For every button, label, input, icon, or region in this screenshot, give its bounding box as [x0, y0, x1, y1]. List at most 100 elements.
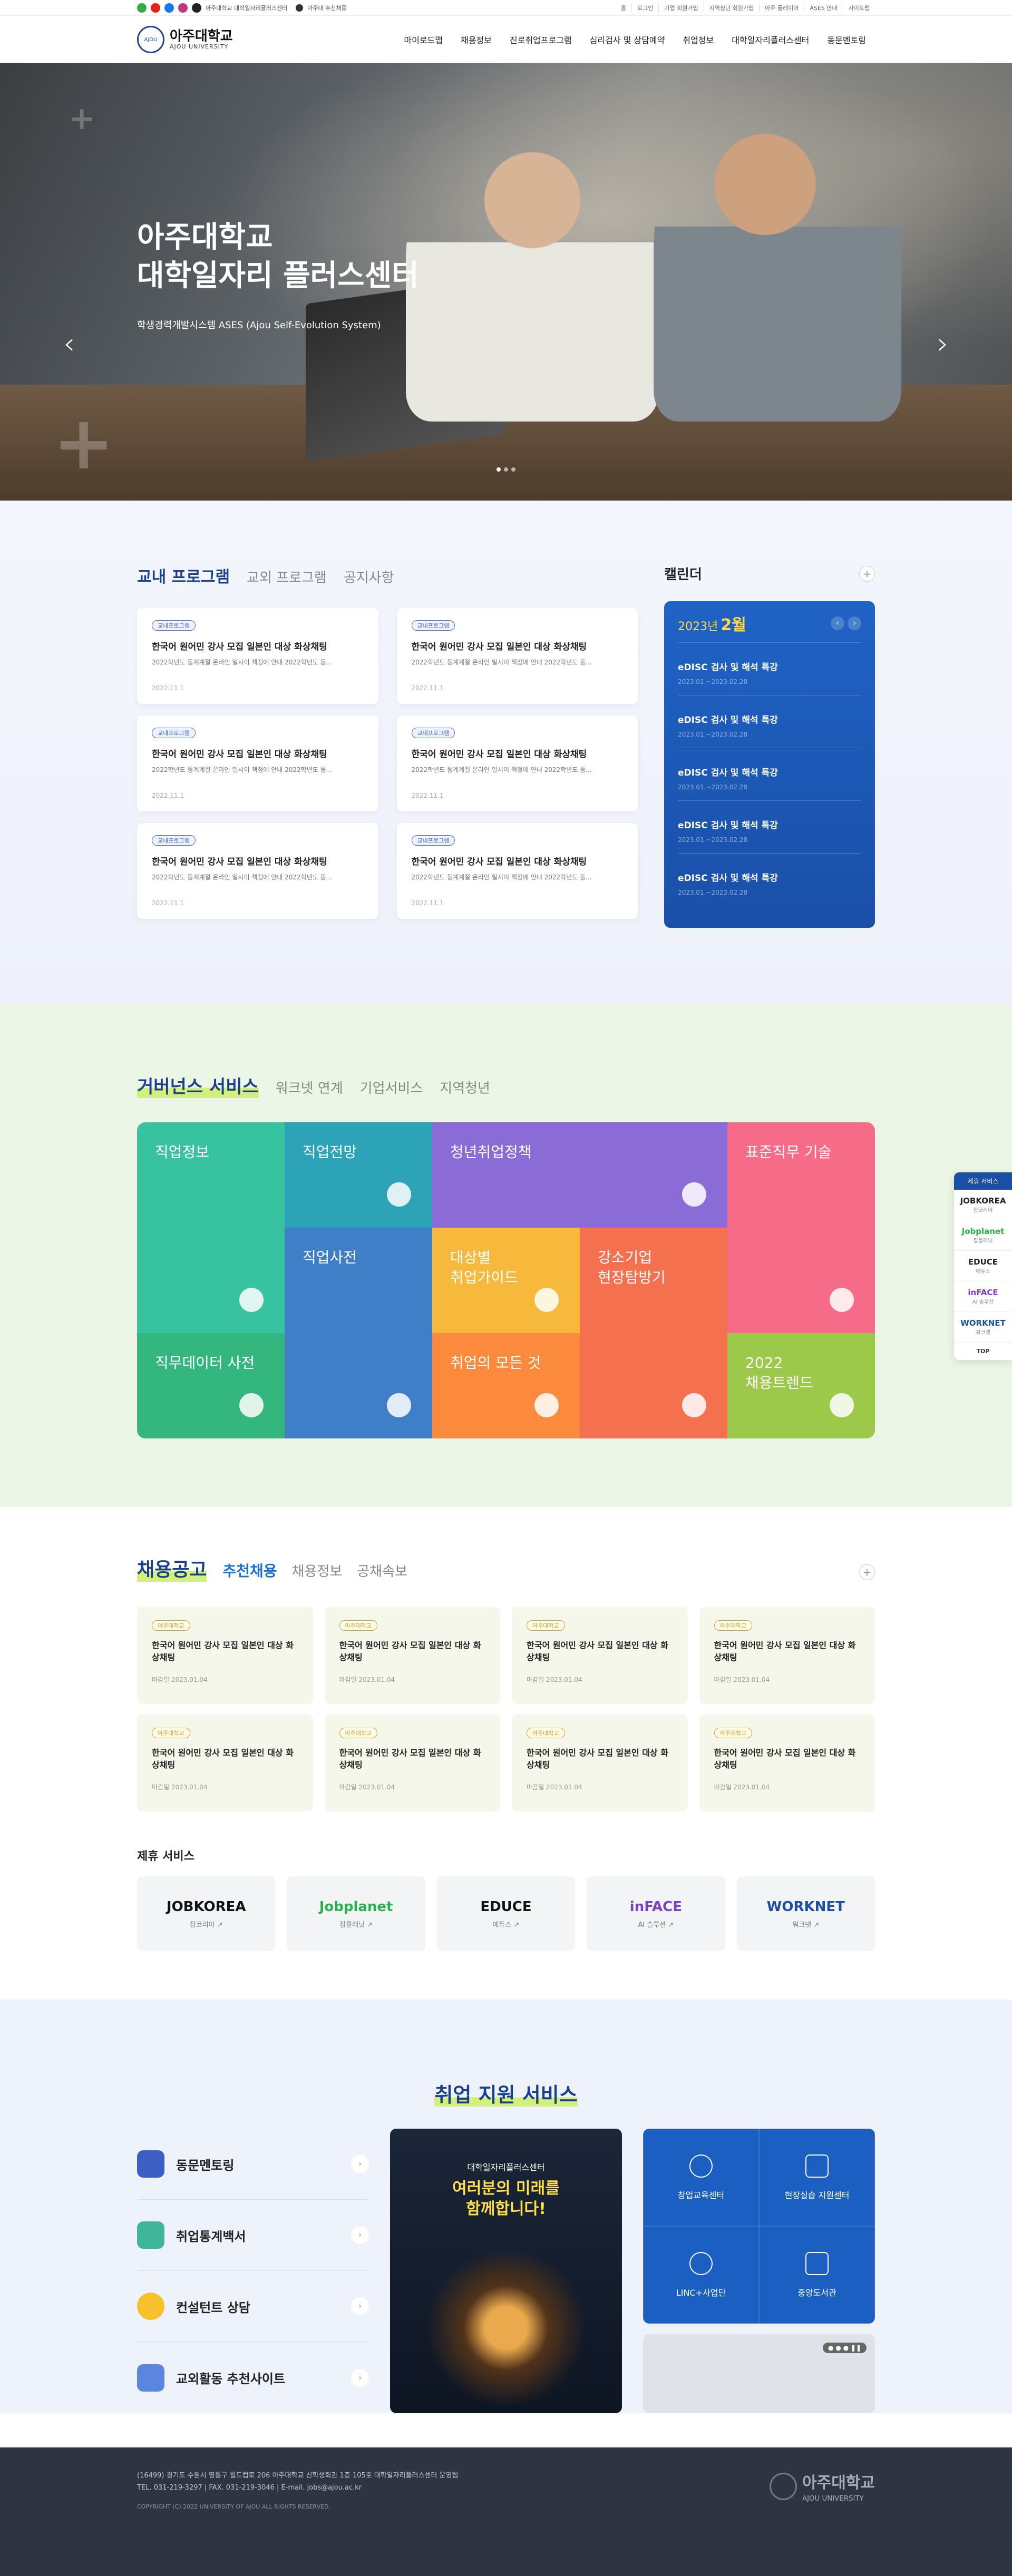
link-linc[interactable]: LINC+사업단 [643, 2226, 759, 2324]
nav-career-program[interactable]: 진로취업프로그램 [501, 33, 581, 46]
hero-title-line2: 대학일자리 플러스센터 [137, 258, 419, 293]
recruit-more-button[interactable]: + [859, 1564, 875, 1580]
tile-job-outlook[interactable]: 직업전망 [285, 1122, 432, 1228]
event-title: eDISC 검사 및 해석 특강 [678, 820, 778, 831]
top-link-company-join[interactable]: 기업 회원가입 [658, 4, 703, 12]
tab-worknet[interactable]: 워크넷 연계 [276, 1078, 343, 1097]
tab-company-service[interactable]: 기업서비스 [360, 1078, 423, 1097]
link-library[interactable]: 중앙도서관 [759, 2226, 875, 2324]
top-link-recommend[interactable]: 아주대 추천채용 [307, 4, 346, 12]
tile-target-guide[interactable]: 대상별 취업가이드 [432, 1228, 580, 1333]
calendar-event[interactable]: eDISC 검사 및 해석 특강 2023.01.~2023.02.28 [678, 643, 861, 696]
partner-inface[interactable]: inFACE AI 솔루션 ↗ [587, 1876, 725, 1951]
calendar-event[interactable]: eDISC 검사 및 해석 특강 2023.01.~2023.02.28 [678, 748, 861, 801]
program-date: 2022.11.1 [411, 792, 444, 799]
top-link-login[interactable]: 로그인 [631, 4, 658, 12]
top-link-ases[interactable]: ASES 안내 [804, 4, 842, 12]
job-card[interactable]: 아주대학교 한국어 원어민 강사 모집 일본인 대상 화상채팅 마감일 2023.0… [137, 1607, 313, 1704]
tab-local-youth[interactable]: 지역청년 [440, 1078, 490, 1097]
scroll-top-button[interactable]: TOP [954, 1343, 1012, 1360]
tab-external-program[interactable]: 교외 프로그램 [247, 567, 327, 586]
tab-notice[interactable]: 공지사항 [344, 567, 394, 586]
site-logo[interactable]: AJOU 아주대학교 AJOU UNIVERSITY [137, 26, 311, 53]
tile-job-data[interactable]: 직무데이터 사전 [137, 1333, 285, 1438]
nav-mentoring[interactable]: 동문멘토링 [818, 33, 875, 46]
youtube-icon[interactable] [151, 3, 160, 13]
calendar-event[interactable]: eDISC 검사 및 해석 특강 2023.01.~2023.02.28 [678, 854, 861, 906]
job-card[interactable]: 아주대학교 한국어 원어민 강사 모집 일본인 대상 화상채팅 마감일 2023.0… [699, 1607, 875, 1704]
link-startup-center[interactable]: 창업교육센터 [643, 2129, 759, 2226]
program-card[interactable]: 교내프로그램 한국어 원어민 강사 모집 일본인 대상 화상채팅 2022학년도 동… [396, 608, 638, 704]
slider-dot[interactable] [511, 467, 515, 472]
tile-job-dictionary[interactable]: 직업사전 [285, 1228, 432, 1438]
tile-job-info[interactable]: 직업정보 [137, 1122, 285, 1333]
book-open-icon [805, 2251, 829, 2275]
tab-internal-program[interactable]: 교내 프로그램 [137, 564, 230, 587]
job-card[interactable]: 아주대학교 한국어 원어민 강사 모집 일본인 대상 화상채팅 마감일 2023.0… [512, 1607, 688, 1704]
nav-center[interactable]: 대학일자리플러스센터 [723, 33, 818, 46]
job-card[interactable]: 아주대학교 한국어 원어민 강사 모집 일본인 대상 화상채팅 마감일 2023.0… [324, 1715, 500, 1811]
partner-jobkorea[interactable]: JOBKOREA 잡코리아 ↗ [137, 1876, 276, 1951]
nav-counseling[interactable]: 심리검사 및 상담예약 [581, 33, 674, 46]
support-item-consulting[interactable]: 컨설턴트 상담 › [137, 2271, 369, 2342]
quick-item-jobplanet[interactable]: Jobplanet 잡플래닛 [954, 1220, 1012, 1251]
tile-recruit-trend[interactable]: 2022 채용트렌드 [727, 1333, 875, 1438]
plus-decor-icon: + [53, 400, 115, 486]
slider-next-icon[interactable]: › [937, 327, 949, 361]
calendar-event[interactable]: eDISC 검사 및 해석 특강 2023.01.~2023.02.28 [678, 696, 861, 748]
support-item-statistics[interactable]: 취업통계백서 › [137, 2200, 369, 2271]
tile-company-visit[interactable]: 강소기업 현장탐방기 [580, 1228, 727, 1438]
partner-worknet[interactable]: WORKNET 워크넷 ↗ [736, 1876, 875, 1951]
quick-item-jobkorea[interactable]: JOBKOREA 잡코리아 [954, 1190, 1012, 1220]
calendar-more-button[interactable]: + [859, 565, 875, 582]
facebook-icon[interactable] [164, 3, 174, 13]
instagram-icon[interactable] [178, 3, 188, 13]
partner-educe[interactable]: EDUCE 에듀스 ↗ [436, 1876, 576, 1951]
support-item-mentoring[interactable]: 동문멘토링 › [137, 2129, 369, 2200]
program-card[interactable]: 교내프로그램 한국어 원어민 강사 모집 일본인 대상 화상채팅 2022학년도 동… [137, 823, 378, 919]
quick-item-educe[interactable]: EDUCE 에듀스 [954, 1251, 1012, 1281]
program-card[interactable]: 교내프로그램 한국어 원어민 강사 모집 일본인 대상 화상채팅 2022학년도 동… [396, 823, 638, 919]
nav-roadmap[interactable]: 마이로드맵 [395, 33, 452, 46]
job-card[interactable]: 아주대학교 한국어 원어민 강사 모집 일본인 대상 화상채팅 마감일 2023.0… [699, 1715, 875, 1811]
kakao-icon[interactable] [137, 3, 147, 13]
tab-governance[interactable]: 거버넌스 서비스 [137, 1072, 259, 1098]
tile-all-about-job[interactable]: 취업의 모든 것 [432, 1333, 580, 1438]
program-date: 2022.11.1 [152, 792, 184, 799]
nav-recruit[interactable]: 채용정보 [452, 33, 501, 46]
job-card[interactable]: 아주대학교 한국어 원어민 강사 모집 일본인 대상 화상채팅 마감일 2023.0… [324, 1607, 500, 1704]
link-field-practice[interactable]: 현장실습 지원센터 [759, 2129, 875, 2226]
program-card[interactable]: 교내프로그램 한국어 원어민 강사 모집 일본인 대상 화상채팅 2022학년도 동… [137, 716, 378, 811]
partner-jobplanet[interactable]: Jobplanet 잡플래닛 ↗ [287, 1876, 425, 1951]
calendar-next-icon[interactable]: › [848, 616, 861, 630]
support-item-activities[interactable]: 교외활동 추천사이트 › [137, 2342, 369, 2413]
quick-item-inface[interactable]: inFACE AI 솔루션 [954, 1281, 1012, 1312]
tile-standard-skill[interactable]: 표준직무 기술 [727, 1122, 875, 1333]
slider-dot[interactable] [504, 467, 508, 472]
calendar-year: 2023년 [678, 620, 718, 633]
slider-dot[interactable] [497, 467, 501, 472]
program-date: 2022.11.1 [411, 899, 444, 907]
slider-prev-icon[interactable]: ‹ [63, 327, 75, 361]
top-link-home[interactable]: 홈 [616, 4, 631, 12]
tile-youth-policy[interactable]: 청년취업정책 [432, 1122, 727, 1228]
job-card[interactable]: 아주대학교 한국어 원어민 강사 모집 일본인 대상 화상채팅 마감일 2023.0… [512, 1715, 688, 1811]
top-link-center[interactable]: 아주대학교 대학일자리플러스센터 [206, 4, 287, 12]
program-card[interactable]: 교내프로그램 한국어 원어민 강사 모집 일본인 대상 화상채팅 2022학년도 동… [137, 608, 378, 704]
banner-controls[interactable]: ● ● ● ❚❚ [823, 2343, 867, 2353]
tab-recruit-info[interactable]: 채용정보 [292, 1561, 343, 1580]
program-card[interactable]: 교내프로그램 한국어 원어민 강사 모집 일본인 대상 화상채팅 2022학년도 동… [396, 716, 638, 811]
top-link-sitemap[interactable]: 사이트맵 [842, 4, 875, 12]
logo-sub: AJOU UNIVERSITY [170, 43, 229, 51]
top-link-player[interactable]: 아주 플레이어 [759, 4, 804, 12]
calendar-prev-icon[interactable]: ‹ [831, 616, 844, 630]
job-card[interactable]: 아주대학교 한국어 원어민 강사 모집 일본인 대상 화상채팅 마감일 2023.0… [137, 1715, 313, 1811]
tab-public-news[interactable]: 공채속보 [357, 1561, 407, 1580]
promo-poster[interactable]: 대학일자리플러스센터 여러분의 미래를 함께합니다! [390, 2129, 622, 2413]
top-link-youth-join[interactable]: 지역청년 회원가입 [703, 4, 759, 12]
banner-slider[interactable]: ● ● ● ❚❚ [643, 2334, 875, 2413]
quick-item-worknet[interactable]: WORKNET 워크넷 [954, 1312, 1012, 1343]
nav-job-info[interactable]: 취업정보 [674, 33, 723, 46]
tab-recommend[interactable]: 추천채용 [222, 1560, 277, 1581]
calendar-event[interactable]: eDISC 검사 및 해석 특강 2023.01.~2023.02.28 [678, 801, 861, 854]
